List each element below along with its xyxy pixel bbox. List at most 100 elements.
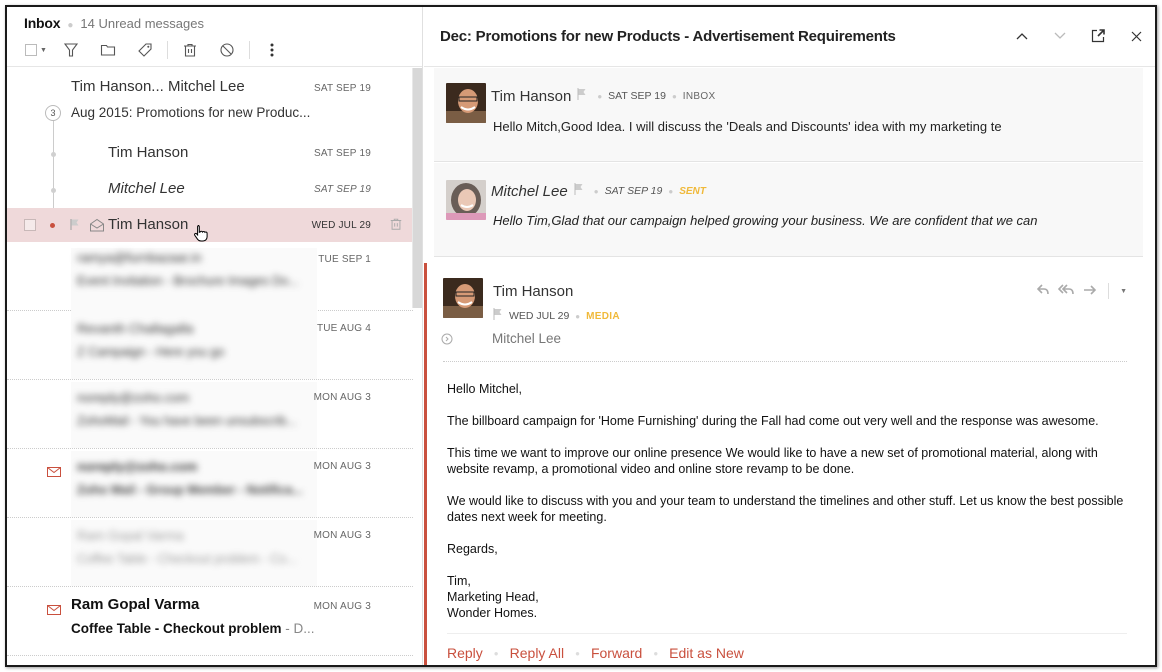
sender-avatar [446,83,486,123]
tag-icon[interactable] [135,40,155,60]
toolbar-divider [249,41,250,59]
message-subject: Event Invitation - Brochure Images Do... [77,274,299,288]
thread-count-badge: 3 [45,105,61,121]
edit-as-new-link[interactable]: Edit as New [669,645,744,661]
reading-pane: Dec: Promotions for new Products - Adver… [424,7,1155,665]
previous-chevron-up-icon[interactable] [1013,27,1031,45]
filter-icon[interactable] [61,40,81,60]
forward-link[interactable]: Forward [591,645,642,661]
reply-icon[interactable] [1036,283,1051,299]
thread-child-item[interactable]: Mitchel Lee SAT SEP 19 [7,172,413,208]
more-actions-dropdown-icon[interactable]: ▼ [1120,288,1127,295]
message-from: Revanth Challagalla [77,321,194,336]
body-paragraph: We would like to discuss with you and yo… [447,494,1124,524]
message-from: noreply@zoho.com [77,459,198,474]
collapsed-message[interactable]: Tim Hanson ● SAT SEP 19 ● INBOX Hello Mi… [434,68,1143,162]
thread-item[interactable]: Tim Hanson... Mitchel Lee SAT SEP 19 3 A… [7,68,413,136]
header-divider [443,361,1127,362]
body-paragraph: The billboard campaign for 'Home Furnish… [447,414,1099,428]
child-date: WED JUL 29 [311,220,371,231]
sender-avatar [443,278,483,318]
child-from: Tim Hanson [108,144,189,161]
flag-icon[interactable] [577,87,587,105]
message-snippet: Hello Mitch,Good Idea. I will discuss th… [493,119,1002,134]
unread-envelope-icon[interactable] [47,464,61,477]
action-divider [1108,283,1110,299]
separator-dot: ● [575,311,581,321]
forward-icon[interactable] [1083,283,1097,299]
message-date: TUE AUG 4 [316,323,371,334]
more-options-icon[interactable] [262,40,282,60]
signature-line: Wonder Homes. [447,606,538,620]
next-chevron-down-icon[interactable] [1051,27,1069,45]
message-date: TUE SEP 1 [318,254,371,265]
body-paragraph: This time we want to improve our online … [447,446,1098,476]
message-date: SAT SEP 19 [608,90,666,102]
message-subject: Zoho Mail - Group Member - Notifica... [77,483,303,497]
select-all-checkbox[interactable]: ▼ [24,40,48,60]
message-date: MON AUG 3 [313,530,371,541]
unread-count: 14 Unread messages [80,16,204,31]
close-icon[interactable] [1127,27,1145,45]
message-item[interactable]: noreply@zoho.com ZohoMail - You have bee… [7,380,413,449]
delete-icon[interactable] [389,217,403,236]
open-envelope-icon [89,218,105,237]
folder-icon[interactable] [98,40,118,60]
message-from: Ram Gopal Varma [77,528,184,543]
child-date: SAT SEP 19 [313,184,371,195]
message-item[interactable]: Ram Gopal Varma Coffee Table - Checkout … [7,518,413,587]
caret-down-icon: ▼ [40,46,47,54]
signature-line: Marketing Head, [447,590,539,604]
unread-envelope-icon[interactable] [47,602,61,615]
message-from: ramya@furnbazaar.in [77,250,202,265]
thread-node [51,188,56,193]
child-date: SAT SEP 19 [313,148,371,159]
reply-all-icon[interactable] [1057,283,1076,299]
message-date: MON AUG 3 [313,601,371,612]
folder-label: SENT [679,185,706,197]
message-item-unread[interactable]: Ram Gopal Varma Coffee Table - Checkout … [7,587,413,656]
tag-label: MEDIA [586,310,620,322]
thread-child-item-selected[interactable]: Tim Hanson WED JUL 29 [7,208,413,242]
message-item[interactable]: ramya@furnbazaar.in Event Invitation - B… [7,242,413,314]
list-scrollbar[interactable] [412,68,422,308]
thread-child-item[interactable]: Tim Hanson SAT SEP 19 [7,136,413,172]
expand-recipients-icon[interactable] [441,332,453,350]
separator-dot: ● [668,186,674,196]
reply-actions: Reply ● Reply All ● Forward ● Edit as Ne… [447,645,744,661]
block-icon[interactable] [217,40,237,60]
message-subject: ZohoMail - You have been unsubscrib... [77,414,297,428]
reply-link[interactable]: Reply [447,645,483,661]
message-item-unread[interactable]: noreply@zoho.com Zoho Mail - Group Membe… [7,449,413,518]
folder-title: Inbox [24,15,61,31]
pop-out-icon[interactable] [1089,27,1107,45]
row-checkbox[interactable] [24,219,36,231]
message-date: WED JUL 29 [509,310,570,322]
flag-icon[interactable] [493,307,503,325]
separator-dot: ● [67,20,74,31]
child-from: Mitchel Lee [108,180,185,197]
message-list-pane: Inbox ● 14 Unread messages ▼ Tim Hanson.… [7,7,423,665]
separator-dot: ● [493,648,499,658]
message-from: Ram Gopal Varma [71,596,200,613]
collapsed-message[interactable]: Mitchel Lee ● SAT SEP 19 ● SENT Hello Ti… [434,163,1143,257]
message-subject: Z Campaign - Here you go [77,345,225,359]
separator-dot: ● [653,648,659,658]
trash-icon[interactable] [180,40,200,60]
separator-dot: ● [593,186,599,196]
child-from: Tim Hanson [108,216,189,233]
subject-preview: - D... [281,621,315,636]
list-toolbar: ▼ [24,40,422,60]
message-item[interactable]: Revanth Challagalla Z Campaign - Here yo… [7,311,413,380]
flag-icon[interactable] [70,218,80,236]
thread-date: SAT SEP 19 [313,83,371,94]
flag-icon[interactable] [574,182,584,200]
recipient-name: Mitchel Lee [492,331,562,346]
separator-dot: ● [671,91,677,101]
reply-all-link[interactable]: Reply All [510,645,564,661]
list-header: Inbox ● 14 Unread messages ▼ [7,7,422,67]
sender-name: Tim Hanson [491,87,572,105]
message-snippet: Hello Tim,Glad that our campaign helped … [493,213,1038,228]
message-list: Tim Hanson... Mitchel Lee SAT SEP 19 3 A… [7,68,413,665]
message-body: Hello Mitchel, The billboard campaign fo… [447,381,1137,621]
